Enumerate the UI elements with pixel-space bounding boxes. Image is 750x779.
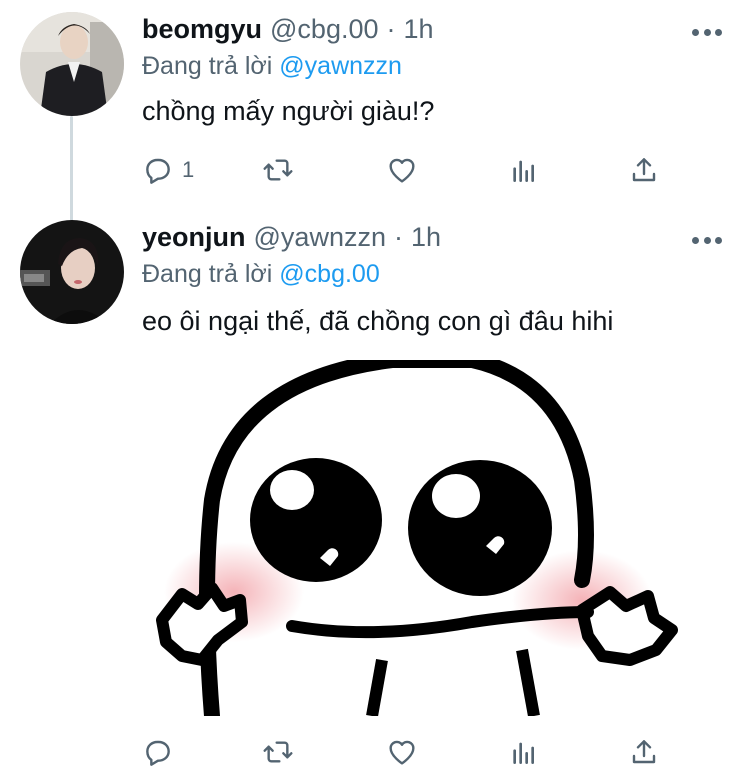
heart-icon (389, 740, 415, 765)
display-name[interactable]: beomgyu (142, 14, 262, 45)
replying-prefix: Đang trả lời (142, 52, 273, 80)
replying-to: Đang trả lời @yawnzzn (142, 52, 402, 81)
reply-icon (146, 740, 170, 766)
tweet-text: eo ôi ngại thế, đã chồng con gì đâu hihi (142, 306, 614, 336)
analytics-icon (513, 160, 534, 182)
sticker-image (156, 360, 678, 716)
action-bar (142, 732, 662, 772)
share-icon (632, 740, 656, 764)
tweet-yeonjun[interactable]: yeonjun @yawnzzn · 1h Đang trả lời @cbg.… (0, 200, 750, 779)
analytics-button[interactable] (508, 150, 540, 190)
tweet-header: beomgyu @cbg.00 · 1h (142, 14, 434, 45)
user-handle[interactable]: @cbg.00 (270, 14, 378, 45)
more-icon[interactable] (692, 235, 722, 245)
analytics-button[interactable] (508, 732, 540, 772)
share-button[interactable] (628, 732, 660, 772)
tweet-text: chồng mấy người giàu!? (142, 96, 435, 126)
avatar-yeonjun[interactable] (20, 220, 124, 324)
retweet-icon (263, 159, 293, 181)
display-name[interactable]: yeonjun (142, 222, 246, 253)
user-handle[interactable]: @yawnzzn (254, 222, 386, 253)
reply-button[interactable] (142, 732, 182, 772)
retweet-button[interactable] (262, 150, 294, 190)
like-button[interactable] (386, 150, 418, 190)
replying-to: Đang trả lời @cbg.00 (142, 260, 380, 289)
replying-mention[interactable]: @yawnzzn (279, 52, 402, 80)
share-button[interactable] (628, 150, 660, 190)
tweet-header: yeonjun @yawnzzn · 1h (142, 222, 441, 253)
reply-button[interactable]: 1 (142, 150, 194, 190)
reply-icon (146, 158, 170, 184)
share-icon (632, 158, 656, 182)
timestamp[interactable]: 1h (411, 222, 441, 253)
more-icon[interactable] (692, 27, 722, 37)
tweet-beomgyu[interactable]: beomgyu @cbg.00 · 1h Đang trả lời @yawnz… (0, 0, 750, 200)
separator-dot: · (386, 14, 396, 44)
action-bar: 1 (142, 150, 662, 190)
heart-icon (389, 158, 415, 183)
replying-mention[interactable]: @cbg.00 (279, 260, 379, 288)
like-button[interactable] (386, 732, 418, 772)
timestamp[interactable]: 1h (404, 14, 434, 45)
analytics-icon (513, 742, 534, 764)
replying-prefix: Đang trả lời (142, 260, 273, 288)
reply-count: 1 (182, 157, 195, 182)
tweet-media-image[interactable] (142, 360, 730, 716)
retweet-icon (263, 741, 293, 763)
retweet-button[interactable] (262, 732, 294, 772)
separator-dot: · (393, 222, 403, 252)
avatar-beomgyu[interactable] (20, 12, 124, 116)
